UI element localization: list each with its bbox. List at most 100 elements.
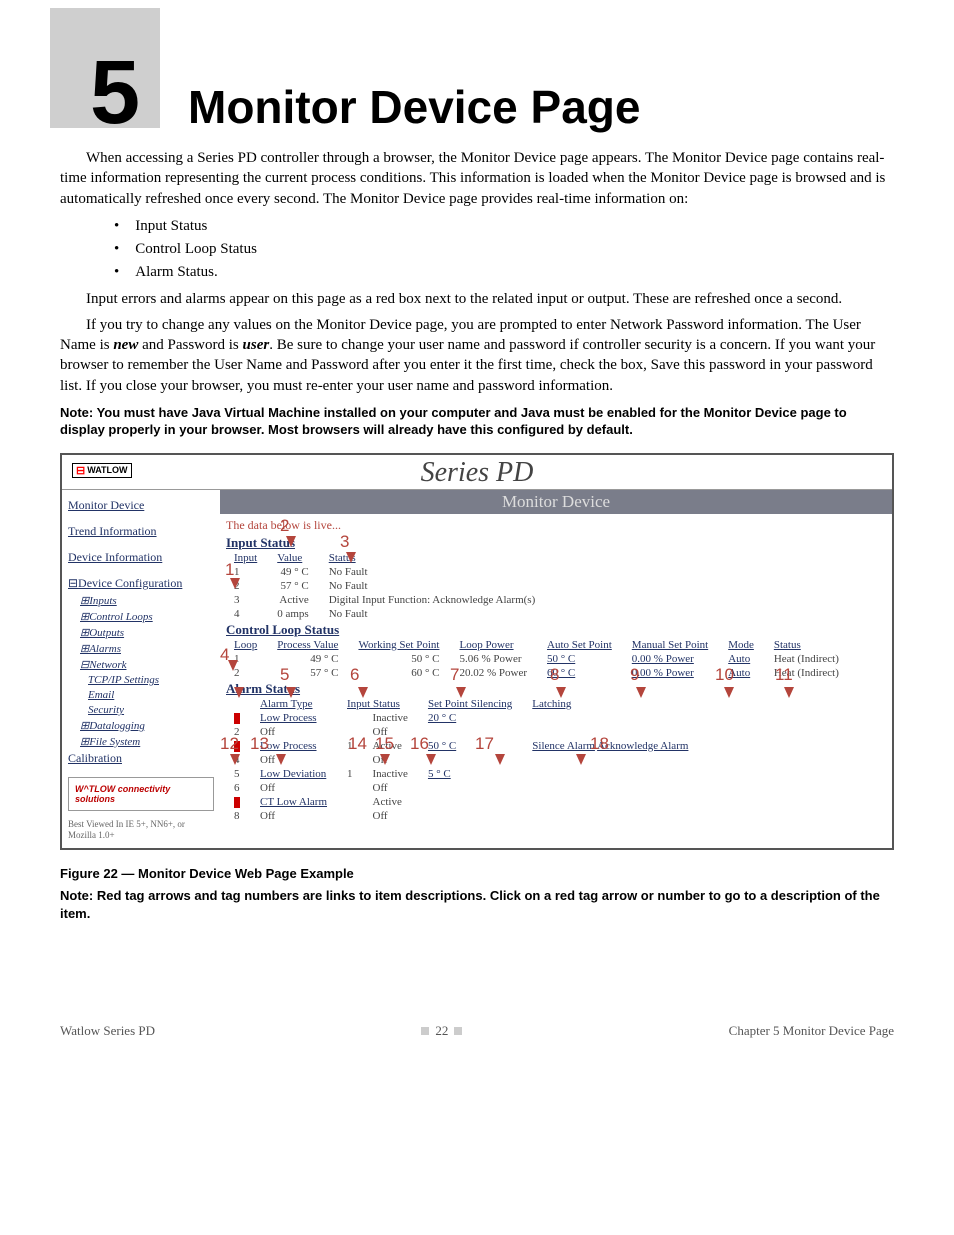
series-pd-title: Series PD (421, 457, 534, 489)
alarm-sp-link[interactable]: 5 ° C (428, 768, 451, 780)
loop-row-lp: 5.06 % Power (449, 652, 537, 666)
alarm-status: Inactive (363, 711, 418, 725)
loop-row-asp-link[interactable]: 50 ° C (547, 653, 575, 665)
loop-row-pv: 49 ° C (267, 652, 348, 666)
loop-row-n: 1 (224, 652, 267, 666)
alarm-status: Active (363, 739, 418, 753)
alarm-status: Active (363, 795, 418, 809)
alarm-indicator-icon (234, 741, 240, 752)
chapter-title: Monitor Device Page (188, 80, 640, 134)
alarm-status: Off (363, 809, 418, 823)
alarm-status-heading: Alarm Status (220, 680, 892, 697)
input-status-table: InputValueStatus 149 ° CNo Fault 257 ° C… (224, 551, 545, 621)
alarm-n: 8 (224, 809, 250, 823)
alarm-sp-link[interactable]: 20 ° C (428, 712, 456, 724)
bullet-input-status: Input Status (114, 215, 894, 238)
input-hd-value: Value (267, 551, 318, 565)
nav-datalogging[interactable]: ⊞Datalogging (80, 719, 214, 732)
alarm-type-link[interactable]: Low Deviation (260, 768, 326, 780)
alarm-type-link[interactable]: Low Process (260, 740, 317, 752)
alarm-hd-type: Alarm Type (250, 697, 337, 711)
nav-alarms[interactable]: ⊞Alarms (80, 642, 214, 655)
alarm-status-table: Alarm Type Input Status Set Point Silenc… (224, 697, 698, 823)
loop-row-n: 2 (224, 666, 267, 680)
loop-row-mode-link[interactable]: Auto (728, 653, 750, 665)
input-row-s: No Fault (319, 579, 546, 593)
silence-alarm-link[interactable]: Silence Alarm (532, 740, 595, 752)
footer-right: Chapter 5 Monitor Device Page (729, 1023, 894, 1039)
alarm-type: Off (250, 725, 337, 739)
alarm-hd-silencing: Set Point Silencing (418, 697, 522, 711)
feature-list: Input Status Control Loop Status Alarm S… (114, 215, 894, 285)
loop-row-mode-link[interactable]: Auto (728, 667, 750, 679)
nav-monitor-device[interactable]: Monitor Device (68, 498, 214, 513)
input-row-s: No Fault (319, 607, 546, 621)
input-row-s: Digital Input Function: Acknowledge Alar… (319, 593, 546, 607)
nav-trend-information[interactable]: Trend Information (68, 524, 214, 539)
nav-outputs[interactable]: ⊞Outputs (80, 626, 214, 639)
footer-left: Watlow Series PD (60, 1023, 155, 1039)
connectivity-logo: W^TLOW connectivity solutions (68, 777, 214, 811)
nav-device-information[interactable]: Device Information (68, 550, 214, 565)
input-status-heading: Input Status (220, 534, 892, 551)
figure-caption: Figure 22 — Monitor Device Web Page Exam… (60, 866, 894, 881)
loop-hd-lp: Loop Power (449, 638, 537, 652)
input-row-n: 1 (224, 565, 267, 579)
page-number: 22 (435, 1023, 448, 1039)
footer-square-icon (454, 1027, 462, 1035)
input-hd-input: Input (224, 551, 267, 565)
alarm-type: Off (250, 781, 337, 795)
nav-file-system[interactable]: ⊞File System (80, 735, 214, 748)
nav-email[interactable]: Email (88, 689, 214, 701)
nav-network[interactable]: ⊟Network (80, 658, 214, 671)
nav-calibration[interactable]: Calibration (68, 751, 214, 766)
username-default: new (113, 337, 138, 353)
intro-para-1: When accessing a Series PD controller th… (60, 148, 894, 209)
screenshot-container: WATLOW Series PD Monitor Device Trend In… (60, 453, 894, 851)
alarm-status: Off (363, 781, 418, 795)
nav-sidebar: Monitor Device Trend Information Device … (62, 490, 220, 849)
loop-row-msp-link[interactable]: 0.00 % Power (632, 653, 694, 665)
alarm-type-link[interactable]: CT Low Alarm (260, 796, 327, 808)
alarm-n: 5 (224, 767, 250, 781)
nav-security[interactable]: Security (88, 704, 214, 716)
control-loop-table: Loop Process Value Working Set Point Loo… (224, 638, 849, 680)
alarm-status: Inactive (363, 767, 418, 781)
loop-row-pv: 57 ° C (267, 666, 348, 680)
nav-tcpip[interactable]: TCP/IP Settings (88, 674, 214, 686)
java-note: Note: You must have Java Virtual Machine… (60, 404, 894, 439)
alarm-hd-input-status: Input Status (337, 697, 418, 711)
intro-para-2: Input errors and alarms appear on this p… (60, 289, 894, 309)
alarm-indicator-icon (234, 713, 240, 724)
monitor-device-banner: Monitor Device (220, 490, 892, 514)
input-row-v: Active (267, 593, 318, 607)
password-default: user (243, 337, 270, 353)
loop-row-msp-link[interactable]: 0.00 % Power (632, 667, 694, 679)
input-row-n: 3 (224, 593, 267, 607)
loop-row-lp: 20.02 % Power (449, 666, 537, 680)
chapter-header: 5 Monitor Device Page (60, 48, 894, 138)
loop-row-asp-link[interactable]: 60 ° C (547, 667, 575, 679)
alarm-sp-link[interactable]: 50 ° C (428, 740, 456, 752)
loop-row-status: Heat (Indirect) (764, 652, 849, 666)
alarm-input-n: 1 (337, 739, 363, 753)
alarm-type: Off (250, 809, 337, 823)
input-hd-status: Status (319, 551, 546, 565)
chapter-number: 5 (60, 48, 170, 138)
alarm-n: 2 (224, 725, 250, 739)
loop-hd-status: Status (764, 638, 849, 652)
alarm-input-n: 1 (337, 767, 363, 781)
ack-alarm-link[interactable]: Acknowledge Alarm (597, 740, 688, 752)
nav-control-loops[interactable]: ⊞Control Loops (80, 610, 214, 623)
red-tag-note: Note: Red tag arrows and tag numbers are… (60, 887, 894, 922)
control-loop-heading: Control Loop Status (220, 621, 892, 638)
input-row-v: 0 amps (267, 607, 318, 621)
page-footer: Watlow Series PD 22 Chapter 5 Monitor De… (60, 1023, 894, 1039)
nav-device-configuration[interactable]: ⊟Device Configuration (68, 576, 214, 591)
footer-square-icon (421, 1027, 429, 1035)
input-row-s: No Fault (319, 565, 546, 579)
alarm-type-link[interactable]: Low Process (260, 712, 317, 724)
nav-inputs[interactable]: ⊞Inputs (80, 594, 214, 607)
alarm-indicator-icon (234, 797, 240, 808)
para3-mid: and Password is (138, 337, 242, 353)
